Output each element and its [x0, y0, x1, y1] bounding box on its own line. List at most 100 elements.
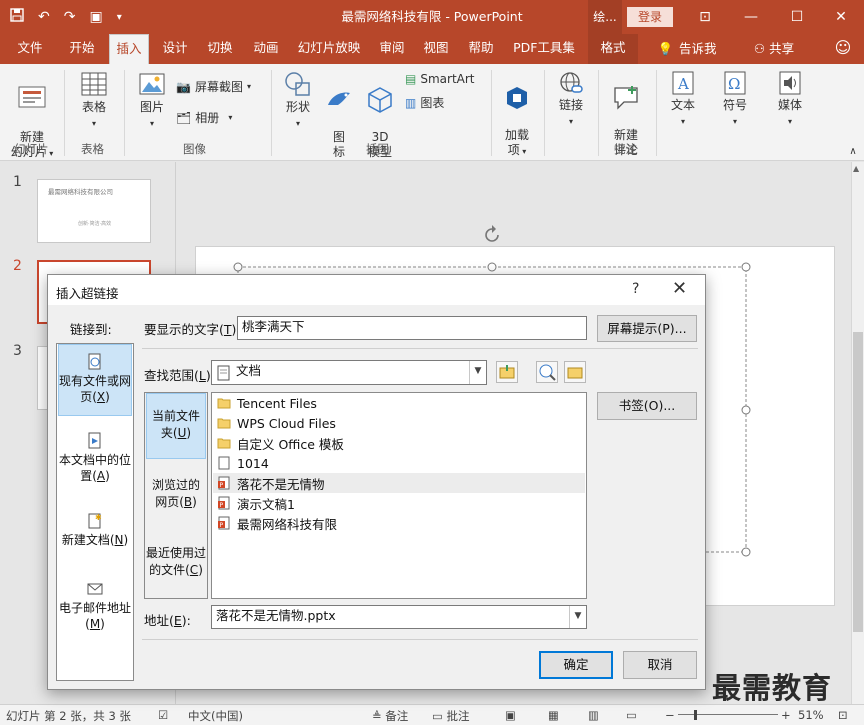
list-item[interactable]: 1014 — [213, 453, 585, 473]
tab-format[interactable]: 格式 — [588, 34, 638, 64]
ok-button[interactable]: 确定 — [539, 651, 613, 679]
share-button[interactable]: ⚇ 共享 — [748, 34, 800, 64]
link-to-panel: 现有文件或网 页(X) 本文档中的位 置(A) ✱ 新建文档(N) 电子邮件地址 (M… — [56, 343, 134, 681]
zoom-level[interactable]: 51% — [798, 708, 824, 722]
photo-album-button[interactable]: 🗂 相册 ▾ — [176, 109, 232, 126]
list-item[interactable]: P 演示文稿1 — [213, 493, 585, 513]
link-to-place-in-document[interactable]: 本文档中的位 置(A) — [58, 424, 132, 490]
media-button[interactable]: 媒体 ▾ — [770, 70, 810, 129]
zoom-in-icon[interactable]: + — [781, 708, 791, 722]
slideshow-view-icon[interactable]: ▭ — [626, 708, 637, 722]
group-label-comments: 批注 — [614, 142, 637, 156]
powerpoint-file-icon: P — [218, 476, 230, 490]
browsed-pages-button[interactable]: 浏览过的 网页(B) — [146, 463, 206, 529]
tab-insert[interactable]: 插入 — [109, 34, 149, 64]
scroll-up-icon[interactable]: ▲ — [853, 164, 859, 173]
smiley-feedback-icon[interactable]: ☺ — [830, 34, 856, 64]
bookmark-button[interactable]: 书签(O)... — [597, 392, 697, 420]
cancel-button[interactable]: 取消 — [623, 651, 697, 679]
link-to-email-address[interactable]: 电子邮件地址 (M) — [58, 572, 132, 638]
rotate-handle-icon[interactable] — [480, 223, 504, 247]
tab-review[interactable]: 审阅 — [372, 34, 412, 64]
symbol-button[interactable]: Ω 符号 ▾ — [716, 70, 754, 129]
tab-pdf-tools[interactable]: PDF工具集 — [508, 34, 580, 64]
text-button[interactable]: A 文本 ▾ — [664, 70, 702, 129]
shapes-icon — [285, 72, 310, 96]
list-item[interactable]: WPS Cloud Files — [213, 413, 585, 433]
picture-button[interactable]: 图片 ▾ — [132, 70, 172, 131]
link-to-existing-file[interactable]: 现有文件或网 页(X) — [58, 344, 132, 416]
browse-file-icon[interactable] — [564, 361, 586, 383]
zoom-out-icon[interactable]: − — [665, 708, 675, 722]
link-to-new-document[interactable]: ✱ 新建文档(N) — [58, 504, 132, 560]
shapes-button[interactable]: 形状 ▾ — [278, 70, 318, 131]
maximize-button[interactable]: ☐ — [774, 0, 820, 34]
tab-slideshow[interactable]: 幻灯片放映 — [292, 34, 366, 64]
insert-hyperlink-dialog: 插入超链接 ? ✕ 链接到: 要显示的文字(T): 桃李满天下 屏幕提示(P).… — [47, 274, 706, 690]
dialog-close-button[interactable]: ✕ — [672, 278, 687, 299]
slide-sorter-icon[interactable]: ▦ — [548, 708, 559, 722]
comments-status-button[interactable]: ▭ 批注 — [432, 708, 470, 724]
zoom-slider-thumb[interactable] — [694, 710, 697, 720]
notes-button[interactable]: ≜ 备注 — [372, 708, 408, 724]
reading-view-icon[interactable]: ▥ — [588, 708, 599, 722]
tab-transitions[interactable]: 切换 — [199, 34, 241, 64]
display-text-input[interactable]: 桃李满天下 — [237, 316, 587, 340]
look-in-dropdown[interactable]: 文档 ▼ — [211, 360, 487, 385]
chevron-down-icon[interactable]: ▼ — [569, 606, 586, 628]
chevron-down-icon[interactable]: ▼ — [469, 361, 486, 384]
vertical-scrollbar[interactable]: ▲ — [851, 162, 864, 704]
tab-view[interactable]: 视图 — [416, 34, 456, 64]
cube-icon — [368, 87, 392, 113]
drawing-tools-context-tab[interactable]: 绘... — [588, 0, 622, 34]
link-button[interactable]: 链接 ▾ — [552, 70, 590, 129]
folder-icon — [217, 398, 231, 409]
tab-animations[interactable]: 动画 — [245, 34, 287, 64]
new-slide-icon — [18, 86, 46, 108]
login-button[interactable]: 登录 — [627, 7, 673, 27]
table-button[interactable]: 表格 ▾ — [72, 70, 116, 131]
screenshot-button[interactable]: 📷 屏幕截图 ▾ — [176, 78, 251, 95]
normal-view-icon[interactable]: ▣ — [505, 708, 516, 722]
group-label-slides: 幻灯片 — [14, 142, 49, 156]
powerpoint-file-icon: P — [218, 516, 230, 530]
places-panel: 当前文件 夹(U) 浏览过的 网页(B) 最近使用过 的文件(C) — [144, 392, 208, 599]
icons-button[interactable]: 图 标 — [322, 70, 356, 160]
ribbon-display-icon[interactable]: ⊡ — [682, 0, 728, 34]
smartart-button[interactable]: ▤ SmartArt — [405, 72, 475, 86]
collapse-ribbon-icon[interactable]: ∧ — [846, 144, 860, 159]
tab-file[interactable]: 文件 — [8, 34, 52, 64]
screen-tip-button[interactable]: 屏幕提示(P)... — [597, 315, 697, 342]
tell-me-box[interactable]: 💡 告诉我 — [650, 34, 724, 64]
addins-button[interactable]: 加载 项 ▾ — [498, 70, 536, 159]
tab-design[interactable]: 设计 — [154, 34, 196, 64]
browse-web-icon[interactable] — [536, 361, 558, 383]
list-item[interactable]: 自定义 Office 模板 — [213, 433, 585, 453]
email-icon — [87, 583, 103, 595]
spellcheck-icon[interactable]: ☑ — [158, 708, 168, 722]
link-globe-icon — [560, 72, 583, 93]
minimize-button[interactable]: — — [728, 0, 774, 34]
fit-slide-icon[interactable]: ⊡ — [838, 708, 848, 722]
recent-files-button[interactable]: 最近使用过 的文件(C) — [146, 531, 206, 597]
close-window-button[interactable]: ✕ — [818, 0, 864, 34]
scroll-thumb[interactable] — [853, 332, 863, 632]
address-input[interactable]: 落花不是无情物.pptx ▼ — [211, 605, 587, 629]
help-button[interactable]: ? — [632, 281, 639, 297]
list-item[interactable]: Tencent Files — [213, 393, 585, 413]
svg-text:✱: ✱ — [95, 513, 102, 522]
language-status[interactable]: 中文(中国) — [188, 708, 243, 724]
zoom-slider[interactable] — [678, 714, 778, 715]
current-folder-button[interactable]: 当前文件 夹(U) — [146, 393, 206, 459]
list-item[interactable]: P 最需网络科技有限 — [213, 513, 585, 533]
chart-button[interactable]: ▥ 图表 — [405, 94, 444, 111]
tab-help[interactable]: 帮助 — [461, 34, 501, 64]
slide-thumbnail-1[interactable]: 最需网络科技有限公司 创新·简洁·高效 — [37, 179, 151, 243]
up-one-folder-icon[interactable] — [496, 361, 518, 383]
tab-home[interactable]: 开始 — [60, 34, 104, 64]
list-item[interactable]: P 落花不是无情物 — [213, 473, 585, 493]
link-to-label: 链接到: — [70, 322, 112, 337]
screenshot-icon: 📷 — [176, 79, 191, 94]
watermark-logo: 最需教育 — [712, 671, 833, 705]
file-list: Tencent Files WPS Cloud Files 自定义 Office… — [211, 392, 587, 599]
